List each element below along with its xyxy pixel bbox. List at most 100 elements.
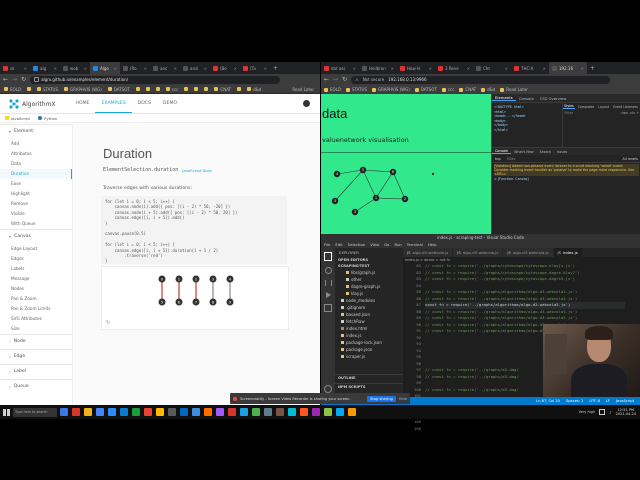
taskbar-app-icon[interactable]: [336, 408, 344, 416]
sidebar-item[interactable]: Pan & Zoom: [0, 294, 72, 304]
taskbar-search[interactable]: Type here to search: [13, 407, 57, 417]
browser-tab[interactable]: ansi ×: [180, 62, 210, 74]
run-debug-icon[interactable]: [325, 292, 331, 298]
back-icon[interactable]: ←: [3, 76, 8, 83]
nav-docs[interactable]: DOCS: [132, 95, 157, 113]
status-item[interactable]: Spaces: 2: [566, 399, 583, 403]
sidebar-section-queue[interactable]: › Queue: [0, 379, 72, 394]
site-logo[interactable]: AlgorithmX: [9, 99, 56, 109]
tab-close-icon[interactable]: ×: [581, 66, 584, 71]
sidebar-item[interactable]: Edges: [0, 254, 72, 264]
tab-close-icon[interactable]: ×: [84, 66, 87, 71]
sidebar-item[interactable]: Pan & Zoom Limits: [0, 304, 72, 314]
browser-tab[interactable]: THC:A ×: [511, 62, 549, 74]
taskbar-app-icon[interactable]: [132, 408, 140, 416]
menu-selection[interactable]: Selection: [348, 242, 366, 247]
sidebar-item[interactable]: Attributes: [0, 149, 72, 159]
console-filter-input[interactable]: Filter: [507, 157, 516, 161]
taskbar-app-icon[interactable]: [108, 408, 116, 416]
menu-file[interactable]: File: [324, 242, 330, 247]
js-docs-link[interactable]: JavaScript Docs: [182, 168, 212, 173]
bookmark-item[interactable]: GRAPHVIS (WG): [372, 87, 410, 92]
tab-close-icon[interactable]: ×: [174, 66, 177, 71]
file-tree-item[interactable]: node_modules: [335, 297, 403, 304]
bookmark-item[interactable]: Read Later: [500, 87, 528, 92]
browser-tab[interactable]: Cht ×: [473, 62, 511, 74]
taskbar-app-icon[interactable]: [300, 408, 308, 416]
settings-gear-icon[interactable]: [324, 385, 332, 393]
taskbar-app-icon[interactable]: [312, 408, 320, 416]
sidebar-section-element[interactable]: ▾ Element: [0, 124, 72, 139]
taskbar-app-icon[interactable]: [240, 408, 248, 416]
bookmark-item[interactable]: [155, 87, 160, 91]
editor-tab[interactable]: JS index.js: [553, 248, 583, 257]
styles-tab[interactable]: Styles: [562, 104, 576, 109]
file-tree-item[interactable]: other: [335, 276, 403, 283]
browser-tab[interactable]: Heilbron ×: [359, 62, 397, 74]
status-item[interactable]: UTF-8: [589, 399, 599, 403]
file-tree-item[interactable]: package.json: [335, 346, 403, 353]
taskbar-app-icon[interactable]: [228, 408, 236, 416]
start-icon[interactable]: [3, 408, 10, 416]
tab-close-icon[interactable]: ×: [543, 66, 546, 71]
hide-button[interactable]: Hide: [399, 397, 407, 401]
file-tree-item[interactable]: fetchRaw: [335, 318, 403, 325]
file-tree-item[interactable]: package-lock.json: [335, 339, 403, 346]
tab-close-icon[interactable]: ×: [234, 66, 237, 71]
file-tree-item[interactable]: dagre-graph.js: [335, 283, 403, 290]
taskbar-app-icon[interactable]: [96, 408, 104, 416]
browser-tab[interactable]: dat ass ×: [321, 62, 359, 74]
browser-tab[interactable]: sk ×: [0, 62, 30, 74]
taskbar-app-icon[interactable]: [252, 408, 260, 416]
bookmark-item[interactable]: EOLD: [324, 87, 341, 92]
sidebar-section-edge[interactable]: › Edge: [0, 349, 72, 364]
bookmark-item[interactable]: EOLD: [4, 87, 21, 92]
dom-node[interactable]: </html>: [494, 128, 560, 133]
log-levels-select[interactable]: All levels: [622, 157, 638, 161]
console-drawer-tab[interactable]: What's New: [511, 150, 537, 154]
taskbar-app-icon[interactable]: [276, 408, 284, 416]
taskbar-app-icon[interactable]: [120, 408, 128, 416]
styles-tab[interactable]: Event Listeners: [612, 105, 640, 109]
taskbar-app-icon[interactable]: [84, 408, 92, 416]
nav-home[interactable]: HOME: [70, 95, 96, 113]
tab-close-icon[interactable]: ×: [144, 66, 147, 71]
sidebar-item[interactable]: Add: [0, 139, 72, 149]
taskbar-app-icon[interactable]: [168, 408, 176, 416]
menu-view[interactable]: View: [370, 242, 379, 247]
bookmark-item[interactable]: CNAT: [459, 87, 476, 92]
bookmark-item[interactable]: STATUS: [345, 87, 367, 92]
sidebar-section-node[interactable]: › Node: [0, 334, 72, 349]
browser-tab[interactable]: wob ×: [60, 62, 90, 74]
taskbar-app-icon[interactable]: [144, 408, 152, 416]
browser-tab[interactable]: Algo ×: [90, 62, 120, 74]
files-icon[interactable]: [324, 252, 332, 261]
new-tab-icon[interactable]: +: [273, 65, 278, 72]
volume-icon[interactable]: ♪: [609, 410, 612, 415]
forward-icon[interactable]: →: [333, 76, 338, 83]
reload-icon[interactable]: ↻: [21, 76, 26, 83]
address-bar[interactable]: algrx.github.io/examples/element/duratio…: [30, 75, 280, 84]
lang-js-option[interactable]: JavaScript: [5, 116, 30, 121]
bookmark-item[interactable]: ccc: [441, 87, 454, 92]
browser-tab[interactable]: (Ta ×: [240, 62, 270, 74]
console-drawer-tab[interactable]: Search: [537, 150, 554, 154]
menu-go[interactable]: Go: [384, 242, 389, 247]
bookmark-item[interactable]: [184, 87, 189, 91]
bookmark-item[interactable]: d&d: [247, 87, 261, 92]
file-tree-item[interactable]: index.html: [335, 325, 403, 332]
bookmark-item[interactable]: [204, 87, 209, 91]
clock-date[interactable]: 2021-04-24: [616, 412, 636, 416]
menu-terminal[interactable]: Terminal: [407, 242, 423, 247]
bookmark-item[interactable]: CNAT: [214, 87, 231, 92]
styles-filter-input[interactable]: Filter: [565, 111, 574, 115]
bookmark-item[interactable]: ccc: [165, 87, 178, 92]
editor-tab[interactable]: JS algo-d3-webcola.js: [503, 248, 554, 257]
sidebar-item[interactable]: Duration: [0, 169, 72, 179]
file-tree-item[interactable]: libs/graph.js: [335, 269, 403, 276]
tab-close-icon[interactable]: ×: [114, 66, 117, 71]
status-item[interactable]: Ln 87, Col 20: [536, 399, 560, 403]
taskbar-app-icon[interactable]: [60, 408, 68, 416]
editor-tab[interactable]: JS algo-d3-webcola.js: [453, 248, 504, 257]
extensions-icon[interactable]: [324, 304, 332, 312]
